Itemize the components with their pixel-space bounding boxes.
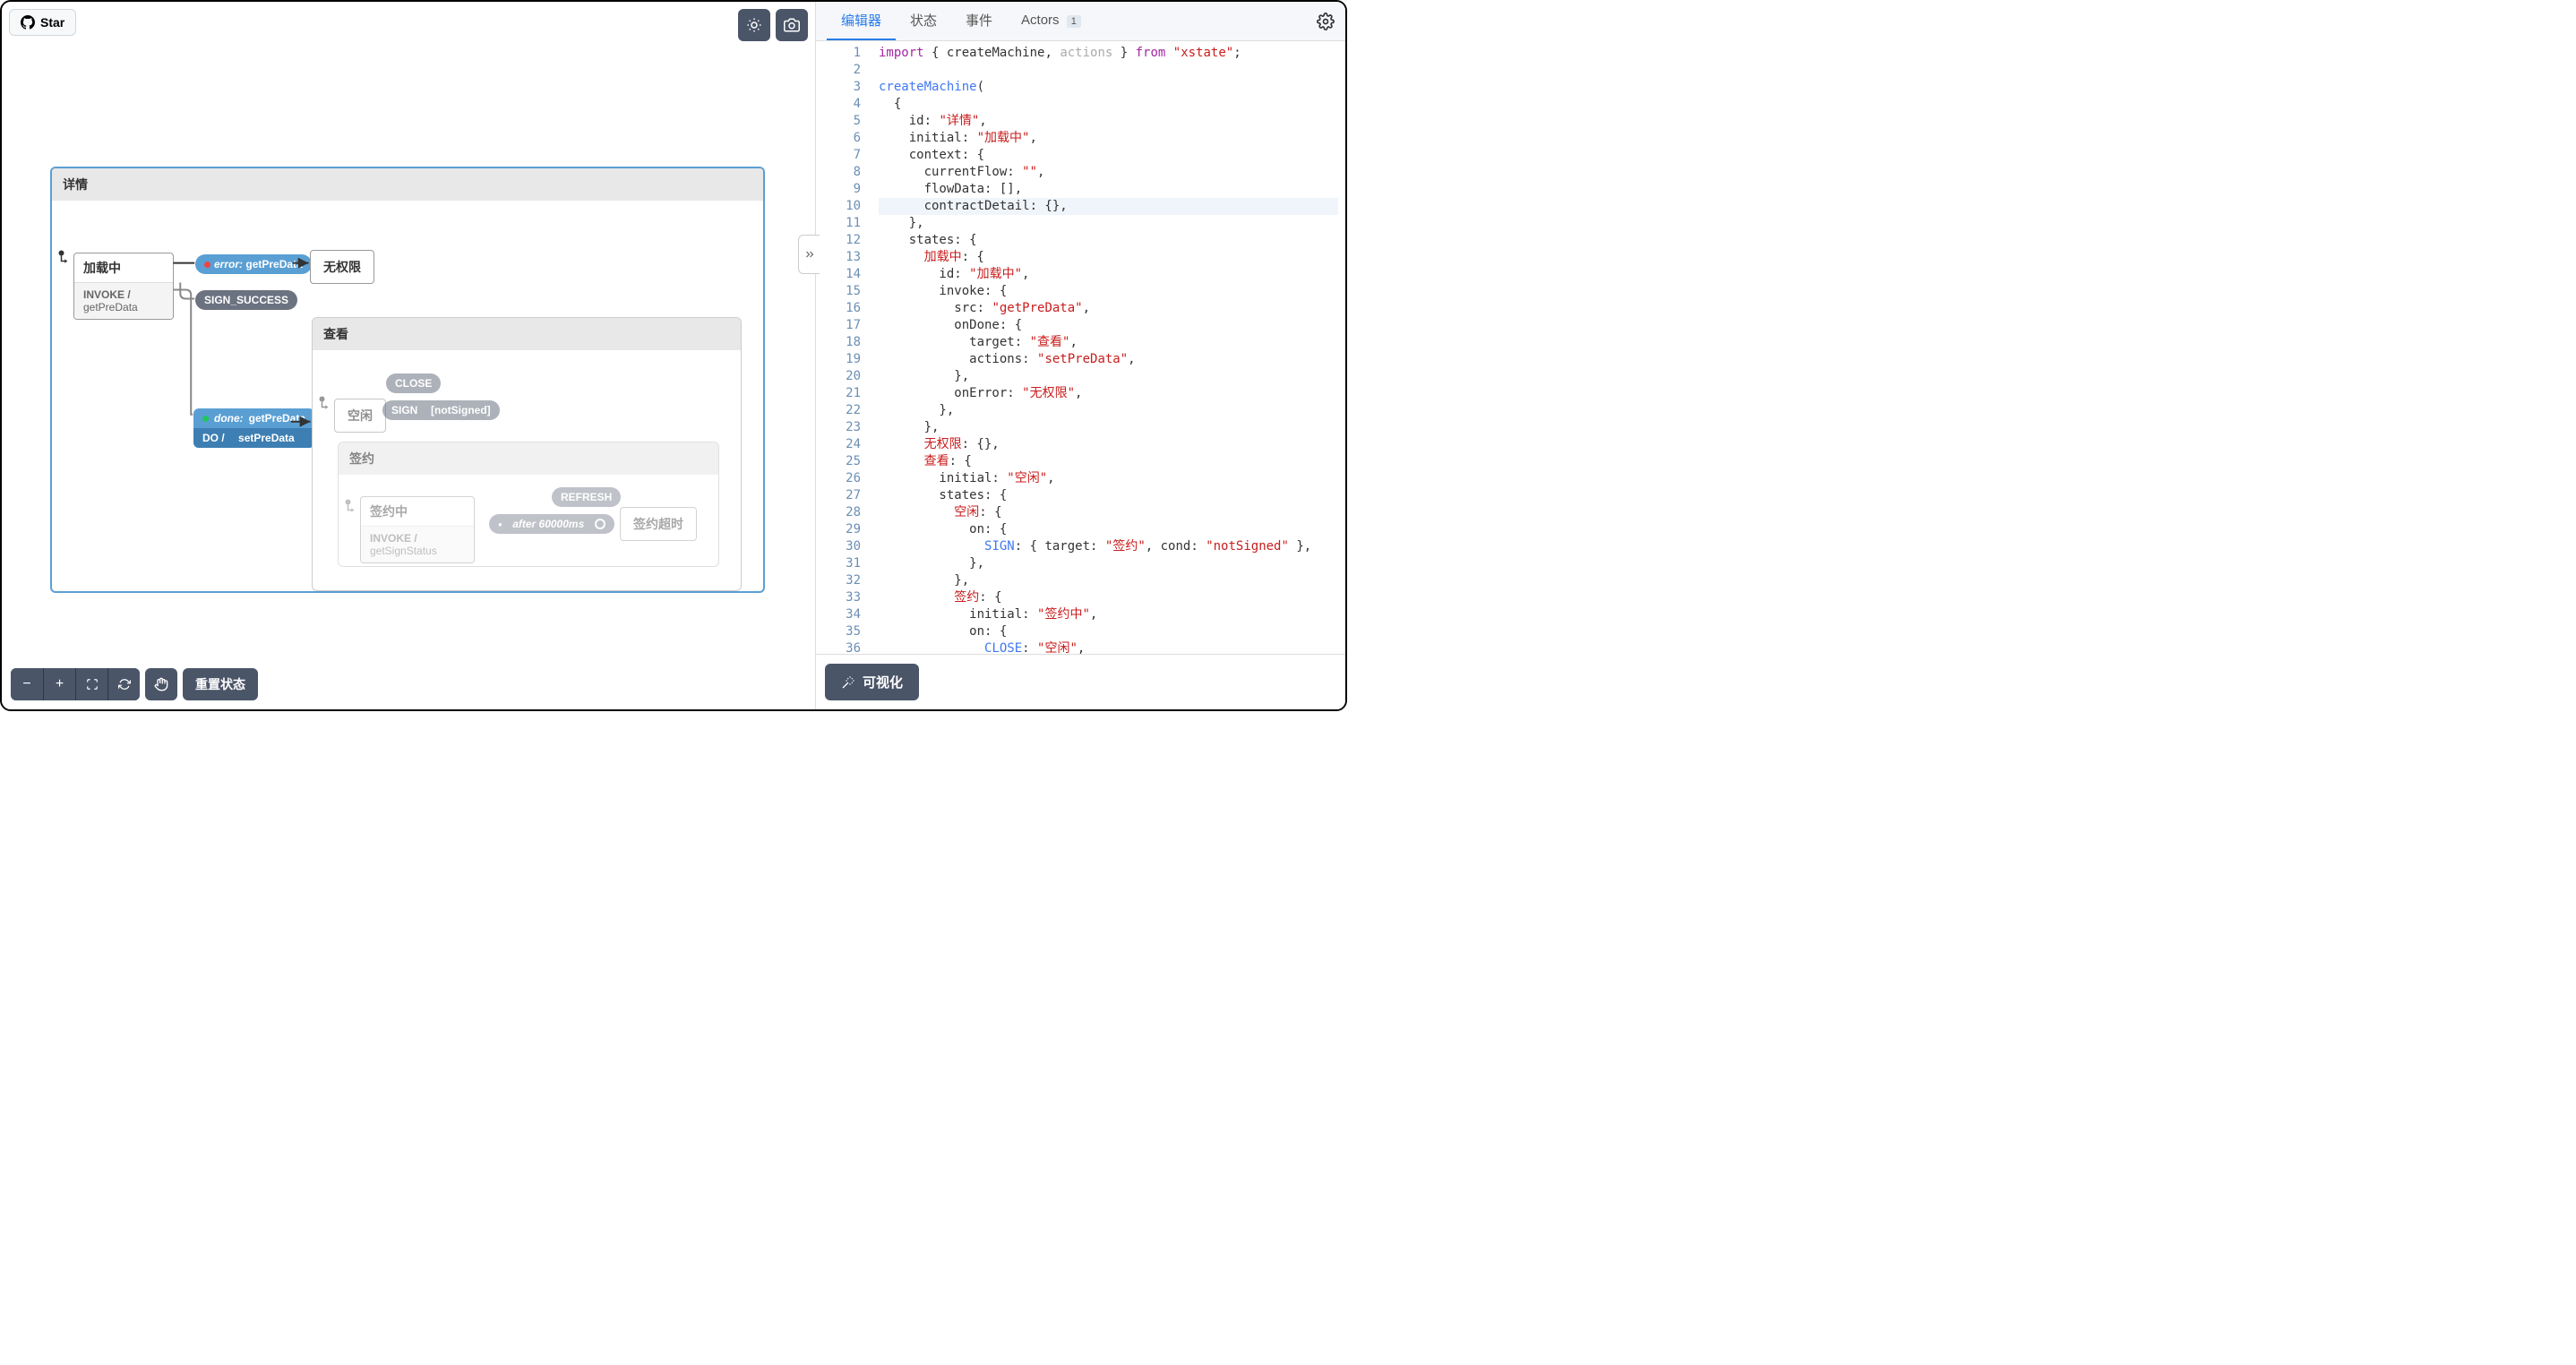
machine-title: 详情 (52, 168, 763, 201)
machine-root[interactable]: 详情 加载中 INVOKE / getPreData error: getPre… (50, 167, 765, 593)
code-content[interactable]: import { createMachine, actions } from "… (872, 41, 1345, 654)
state-signing-invoke: INVOKE / getSignStatus (361, 527, 474, 562)
camera-icon (784, 17, 800, 33)
transition-sign[interactable]: SIGN [notSigned] (382, 400, 500, 420)
state-timeout-title: 签约超时 (621, 508, 696, 540)
transition-after[interactable]: ● after 60000ms (489, 514, 614, 534)
transition-error[interactable]: error: getPreData (195, 254, 312, 274)
tab-editor[interactable]: 编辑器 (827, 2, 896, 40)
state-view[interactable]: 查看 空闲 CLOSE SIGN [notSigned] (312, 317, 742, 591)
editor-tabs: 编辑器 状态 事件 Actors 1 (816, 2, 1345, 41)
fit-icon (86, 678, 99, 691)
initial-state-marker-icon (318, 395, 334, 411)
settings-icon[interactable] (1317, 13, 1335, 30)
state-signing[interactable]: 签约中 INVOKE / getSignStatus (360, 496, 475, 563)
error-dot-icon (204, 262, 210, 268)
zoom-out-button[interactable]: − (11, 668, 43, 700)
theme-toggle-button[interactable] (738, 9, 770, 41)
tab-state[interactable]: 状态 (896, 2, 951, 40)
initial-state-marker-icon (344, 498, 360, 514)
tab-events[interactable]: 事件 (951, 2, 1007, 40)
tab-actors[interactable]: Actors 1 (1007, 4, 1095, 39)
state-loading[interactable]: 加载中 INVOKE / getPreData (73, 253, 174, 320)
fit-button[interactable] (75, 668, 107, 700)
hand-icon (154, 677, 168, 691)
sun-icon (746, 17, 762, 33)
transition-refresh[interactable]: REFRESH (552, 487, 621, 507)
transition-sign-success[interactable]: SIGN_SUCCESS (195, 290, 297, 310)
pan-button[interactable] (145, 668, 177, 700)
collapse-panel-button[interactable] (798, 235, 820, 274)
done-dot-icon (202, 416, 209, 422)
snapshot-button[interactable] (776, 9, 808, 41)
transition-close[interactable]: CLOSE (386, 373, 441, 393)
reset-zoom-button[interactable] (107, 668, 140, 700)
state-idle[interactable]: 空闲 (334, 399, 386, 433)
state-no-permission-title: 无权限 (311, 251, 374, 283)
state-chart-canvas[interactable]: 详情 加载中 INVOKE / getPreData error: getPre… (2, 2, 815, 709)
visualize-button[interactable]: 可视化 (825, 664, 919, 700)
clock-icon (595, 519, 605, 529)
reset-state-button[interactable]: 重置状态 (183, 668, 258, 700)
state-timeout[interactable]: 签约超时 (620, 507, 697, 541)
code-editor[interactable]: 1234567891011121314151617181920212223242… (816, 41, 1345, 654)
actors-badge: 1 (1067, 15, 1081, 28)
state-signing-title: 签约中 (361, 497, 474, 527)
state-loading-title: 加载中 (74, 253, 173, 283)
github-star-button[interactable]: Star (9, 9, 76, 36)
editor-panel: 编辑器 状态 事件 Actors 1 123456789101112131415… (815, 2, 1345, 709)
refresh-icon (118, 678, 131, 691)
visualizer-panel: Star 详情 加载中 INVOKE / getPreData (2, 2, 815, 709)
zoom-controls: − + (11, 668, 140, 700)
transition-done[interactable]: done: getPreData DO / setPreData (193, 408, 314, 448)
state-idle-title: 空闲 (335, 399, 385, 432)
state-signing-parent[interactable]: 签约 签约中 INVOKE / getSignStatus (338, 442, 719, 567)
state-no-permission[interactable]: 无权限 (310, 250, 374, 284)
state-loading-invoke: INVOKE / getPreData (74, 283, 173, 319)
state-signing-parent-title: 签约 (339, 442, 718, 475)
wand-icon (841, 675, 855, 690)
line-gutter: 1234567891011121314151617181920212223242… (816, 41, 872, 654)
initial-state-marker-icon (57, 249, 73, 265)
zoom-in-button[interactable]: + (43, 668, 75, 700)
star-label: Star (40, 15, 64, 30)
state-view-title: 查看 (313, 318, 741, 350)
github-icon (21, 15, 35, 30)
chevron-right-double-icon (803, 248, 816, 261)
